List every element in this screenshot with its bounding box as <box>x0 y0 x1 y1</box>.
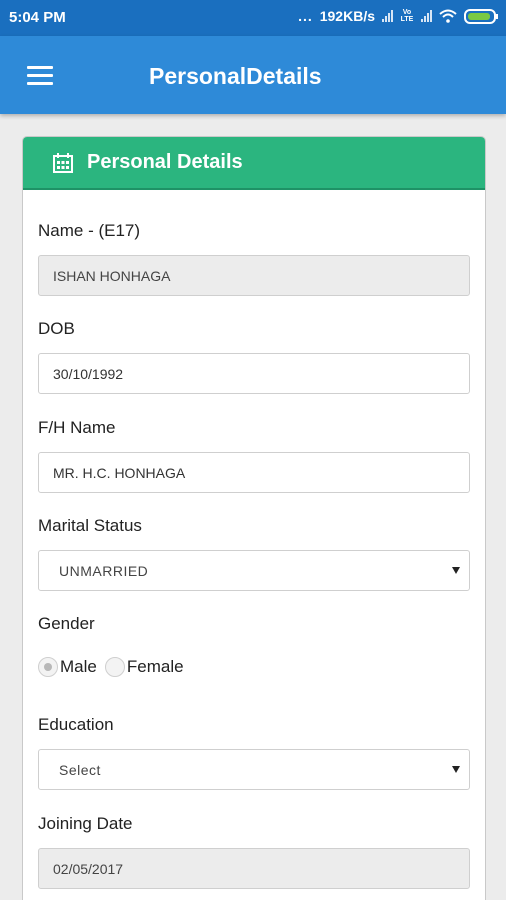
education-select[interactable]: Select <box>38 749 470 790</box>
chevron-down-icon <box>452 766 460 773</box>
dob-label: DOB <box>38 319 75 338</box>
wifi-icon <box>439 9 457 23</box>
dob-field[interactable]: 30/10/1992 <box>38 353 470 394</box>
gender-male-radio[interactable] <box>38 657 58 677</box>
card-title: Personal Details <box>87 151 243 173</box>
status-dots: ... <box>298 8 313 24</box>
marital-status-select[interactable]: UNMARRIED <box>38 550 470 591</box>
status-time: 5:04 PM <box>9 9 66 26</box>
page-title: PersonalDetails <box>149 63 322 89</box>
signal-icon-2 <box>421 10 432 22</box>
gender-female-radio[interactable] <box>104 657 125 677</box>
name-label: Name - (E17) <box>38 221 141 240</box>
marital-status-label: Marital Status <box>38 516 142 535</box>
marital-status-value: UNMARRIED <box>59 562 149 579</box>
gender-female-label[interactable]: Female <box>127 657 184 677</box>
fh-name-label: F/H Name <box>38 418 116 437</box>
personal-details-card: Personal Details Name - (E17) ISHAN HONH… <box>22 136 486 900</box>
name-field[interactable]: ISHAN HONHAGA <box>38 255 470 296</box>
status-icons: ... 192KB/s Vo LTE <box>298 8 498 24</box>
joining-date-label: Joining Date <box>38 814 133 833</box>
signal-icon <box>382 10 393 22</box>
fh-name-field[interactable]: MR. H.C. HONHAGA <box>38 452 470 493</box>
joining-date-field[interactable]: 02/05/2017 <box>38 848 470 889</box>
gender-radio-group: Male Female <box>38 657 192 677</box>
education-value: Select <box>59 761 101 778</box>
menu-icon[interactable] <box>27 66 53 86</box>
education-label: Education <box>38 715 114 734</box>
calendar-icon <box>53 152 73 173</box>
network-speed: 192KB/s <box>319 8 375 24</box>
battery-icon <box>464 8 498 24</box>
volte-label: Vo LTE <box>400 9 414 23</box>
app-bar: PersonalDetails <box>0 36 506 114</box>
card-header: Personal Details <box>23 137 485 190</box>
gender-male-label[interactable]: Male <box>60 657 97 677</box>
chevron-down-icon <box>452 567 460 574</box>
gender-label: Gender <box>38 614 95 633</box>
status-bar: 5:04 PM ... 192KB/s Vo LTE <box>0 0 506 36</box>
